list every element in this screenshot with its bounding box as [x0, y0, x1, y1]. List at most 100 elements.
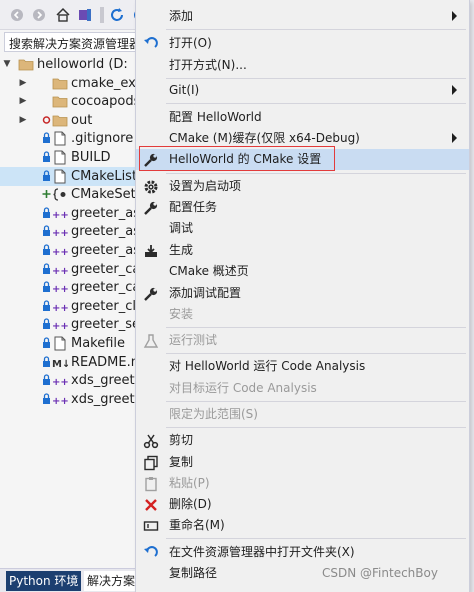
svg-text:++: ++ [52, 321, 68, 332]
switch-views-icon[interactable] [76, 6, 94, 24]
cpp-file-icon: ++ [52, 373, 69, 388]
cpp-file-icon: ++ [52, 280, 69, 295]
menu-item-git[interactable]: Git(I) [136, 80, 469, 101]
svg-text:++: ++ [52, 210, 68, 221]
menu-item-run-tests: 运行测试 [136, 330, 469, 351]
submenu-arrow-icon [452, 133, 457, 143]
menu-item-code-analysis-target: 对目标运行 Code Analysis [136, 378, 469, 399]
git-lock-icon [42, 374, 51, 386]
menu-item-add[interactable]: 添加 [136, 6, 469, 27]
menu-label-copy-path: 复制路径 [169, 566, 218, 580]
home-icon[interactable] [54, 6, 72, 24]
menu-item-set-startup[interactable]: 设置为启动项 [136, 176, 469, 197]
scissors-icon [142, 432, 159, 449]
menu-item-open-in-explorer[interactable]: 在文件资源管理器中打开文件夹(X) [136, 542, 469, 563]
menu-label-open: 打开(O) [169, 36, 212, 50]
wrench-icon [142, 199, 159, 216]
git-lock-icon [42, 262, 51, 275]
menu-label-code-analysis: 对 HelloWorld 运行 Code Analysis [169, 359, 366, 373]
cpp-file-icon: ++ [52, 206, 69, 221]
menu-item-cmake-overview[interactable]: CMake 概述页 [136, 261, 469, 282]
file-icon [52, 336, 68, 351]
git-lock-icon [42, 207, 51, 219]
menu-separator [166, 29, 466, 30]
menu-label-copy: 复制 [169, 455, 194, 469]
expand-arrow-icon[interactable]: ▶ [18, 95, 28, 107]
git-lock-icon [42, 169, 51, 182]
expand-arrow-icon[interactable]: ▶ [18, 114, 28, 126]
menu-label-add: 添加 [169, 9, 194, 23]
menu-item-open[interactable]: 打开(O) [136, 33, 469, 54]
menu-label-open-in-explorer: 在文件资源管理器中打开文件夹(X) [169, 545, 355, 559]
tree-item-label: .gitignore [71, 131, 134, 147]
wrench-icon [142, 285, 159, 302]
git-added-icon [42, 188, 51, 200]
tree-item-label: cocoapods [71, 94, 141, 110]
git-ignored-icon [42, 114, 51, 126]
menu-item-rename[interactable]: 重命名(M) [136, 515, 469, 536]
menu-item-open-with[interactable]: 打开方式(N)... [136, 55, 469, 76]
file-icon [52, 150, 68, 165]
file-icon [52, 169, 68, 184]
menu-item-config-tasks[interactable]: 配置任务 [136, 197, 469, 218]
forward-icon[interactable] [30, 6, 48, 24]
menu-separator [166, 538, 466, 539]
menu-item-cut[interactable]: 剪切 [136, 430, 469, 451]
json-file-icon [52, 187, 68, 202]
context-menu: 添加 打开(O) 打开方式(N)... Git(I) 配置 HelloWorld… [135, 0, 470, 592]
tree-item-label: greeter_cal [71, 280, 144, 296]
git-lock-icon [42, 132, 51, 144]
menu-label-cmake-cache: CMake (M)缓存(仅限 x64-Debug) [169, 131, 360, 145]
menu-label-run-tests: 运行测试 [169, 333, 218, 347]
menu-label-add-debug-config: 添加调试配置 [169, 286, 242, 300]
git-lock-icon [42, 318, 51, 330]
git-lock-icon [42, 355, 51, 368]
markdown-file-icon: M↓ [52, 355, 70, 370]
tree-item-label: xds_greete [71, 373, 143, 389]
tree-item-label: greeter_cal [71, 261, 144, 277]
collapse-arrow-icon[interactable]: ▼ [2, 58, 12, 70]
refresh-icon[interactable] [108, 6, 126, 24]
menu-separator [166, 103, 466, 104]
menu-item-debug[interactable]: 调试 [136, 218, 469, 239]
back-icon[interactable] [8, 6, 26, 24]
cpp-file-icon: ++ [52, 299, 69, 314]
menu-label-cut: 剪切 [169, 433, 194, 447]
svg-text:++: ++ [52, 303, 68, 314]
git-lock-icon [42, 244, 51, 256]
flask-icon [142, 332, 159, 349]
menu-label-build: 生成 [169, 243, 194, 257]
git-lock-icon [42, 281, 51, 293]
svg-text:++: ++ [52, 266, 68, 277]
tab-python-environments[interactable]: Python 环境 [6, 571, 82, 591]
menu-item-build[interactable]: 生成 [136, 240, 469, 261]
menu-separator [166, 427, 466, 428]
menu-separator [166, 78, 466, 79]
expand-arrow-icon[interactable]: ▶ [18, 77, 28, 89]
menu-item-limit-scope: 限定为此范围(S) [136, 404, 469, 425]
toolbar-separator [100, 7, 104, 23]
folder-icon [18, 57, 34, 72]
menu-label-delete: 删除(D) [169, 497, 212, 511]
menu-item-delete[interactable]: 删除(D) [136, 494, 469, 515]
menu-item-add-debug-config[interactable]: 添加调试配置 [136, 283, 469, 304]
menu-item-configure[interactable]: 配置 HelloWorld [136, 107, 469, 128]
tree-item-label: Makefile [71, 336, 126, 351]
menu-label-set-startup: 设置为启动项 [169, 179, 242, 193]
menu-item-paste: 粘贴(P) [136, 473, 469, 494]
menu-label-code-analysis-target: 对目标运行 Code Analysis [169, 381, 317, 395]
watermark: CSDN @FintechBoy [322, 566, 438, 580]
tree-item-label: out [71, 112, 93, 128]
tab-solution-explorer[interactable]: 解决方案 [84, 571, 139, 591]
submenu-arrow-icon [452, 85, 457, 95]
git-lock-icon [42, 225, 51, 237]
menu-separator [166, 353, 466, 354]
menu-item-copy[interactable]: 复制 [136, 452, 469, 473]
cpp-file-icon: ++ [52, 392, 69, 407]
menu-label-open-with: 打开方式(N)... [169, 58, 247, 72]
tree-item-label: README.m [71, 354, 144, 370]
delete-x-icon [142, 496, 159, 513]
menu-item-code-analysis[interactable]: 对 HelloWorld 运行 Code Analysis [136, 356, 469, 377]
cpp-file-icon: ++ [52, 262, 69, 277]
menu-label-configure: 配置 HelloWorld [169, 110, 262, 124]
